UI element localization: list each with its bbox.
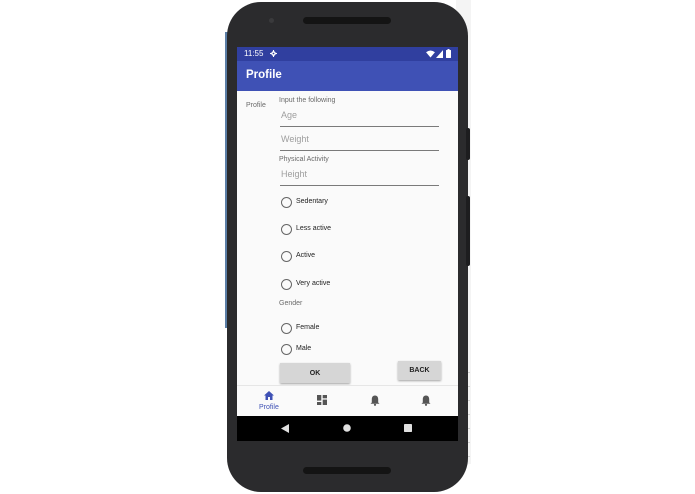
age-field[interactable]	[280, 108, 439, 127]
radio-active[interactable]: Active	[281, 250, 401, 264]
home-icon	[264, 391, 274, 400]
dashboard-icon	[317, 395, 327, 405]
radio-male[interactable]: Male	[281, 343, 401, 357]
radio-label: Female	[296, 324, 320, 331]
weight-input[interactable]	[281, 134, 431, 144]
front-camera	[269, 18, 274, 23]
power-button[interactable]	[466, 128, 470, 160]
radio-circle[interactable]	[281, 224, 292, 235]
radio-label: Less active	[296, 225, 332, 232]
back-triangle-icon[interactable]	[281, 424, 289, 433]
radio-circle[interactable]	[281, 279, 292, 290]
radio-female[interactable]: Female	[281, 322, 401, 336]
radio-circle[interactable]	[281, 344, 292, 355]
gear-icon	[270, 50, 277, 57]
weight-field[interactable]	[280, 132, 439, 151]
phone-screen: 11:55 Profile Profile Input the followin…	[237, 47, 458, 441]
radio-label: Male	[296, 345, 312, 352]
volume-rocker[interactable]	[466, 196, 470, 266]
status-bar: 11:55	[237, 47, 458, 61]
ok-button[interactable]: OK	[280, 363, 350, 383]
nav-label-profile: Profile	[259, 404, 279, 411]
input-heading: Input the following	[279, 97, 336, 104]
radio-label: Very active	[296, 280, 331, 287]
bottom-speaker	[303, 467, 391, 474]
radio-circle[interactable]	[281, 251, 292, 262]
nav-item-notifications-1[interactable]	[363, 389, 389, 415]
height-field[interactable]	[280, 167, 439, 186]
height-input[interactable]	[281, 169, 431, 179]
radio-sedentary[interactable]: Sedentary	[281, 196, 401, 210]
radio-label: Sedentary	[296, 198, 328, 205]
recents-square-icon[interactable]	[404, 424, 412, 432]
radio-circle[interactable]	[281, 197, 292, 208]
signal-icon	[436, 50, 443, 58]
bell-icon	[421, 395, 431, 406]
nav-item-notifications-2[interactable]	[414, 389, 440, 415]
age-input[interactable]	[281, 110, 431, 120]
radio-less-active[interactable]: Less active	[281, 223, 401, 237]
bell-icon	[370, 395, 380, 406]
home-circle-icon[interactable]	[343, 424, 351, 432]
page-title: Profile	[246, 69, 282, 81]
radio-very-active[interactable]: Very active	[281, 278, 401, 292]
gender-heading: Gender	[279, 300, 303, 307]
battery-icon	[446, 49, 451, 58]
nav-item-profile[interactable]: Profile	[253, 389, 285, 415]
side-label: Profile	[246, 102, 266, 109]
system-navigation-bar	[237, 416, 458, 441]
activity-heading: Physical Activity	[279, 156, 329, 163]
app-bar: Profile	[237, 61, 458, 91]
nav-item-dashboard[interactable]	[311, 389, 337, 415]
status-time: 11:55	[244, 49, 264, 58]
radio-label: Active	[296, 252, 316, 259]
top-speaker	[303, 17, 391, 24]
radio-circle[interactable]	[281, 323, 292, 334]
back-button[interactable]: BACK	[398, 361, 441, 380]
wifi-icon	[426, 50, 435, 58]
bottom-navigation: Profile	[237, 385, 458, 416]
